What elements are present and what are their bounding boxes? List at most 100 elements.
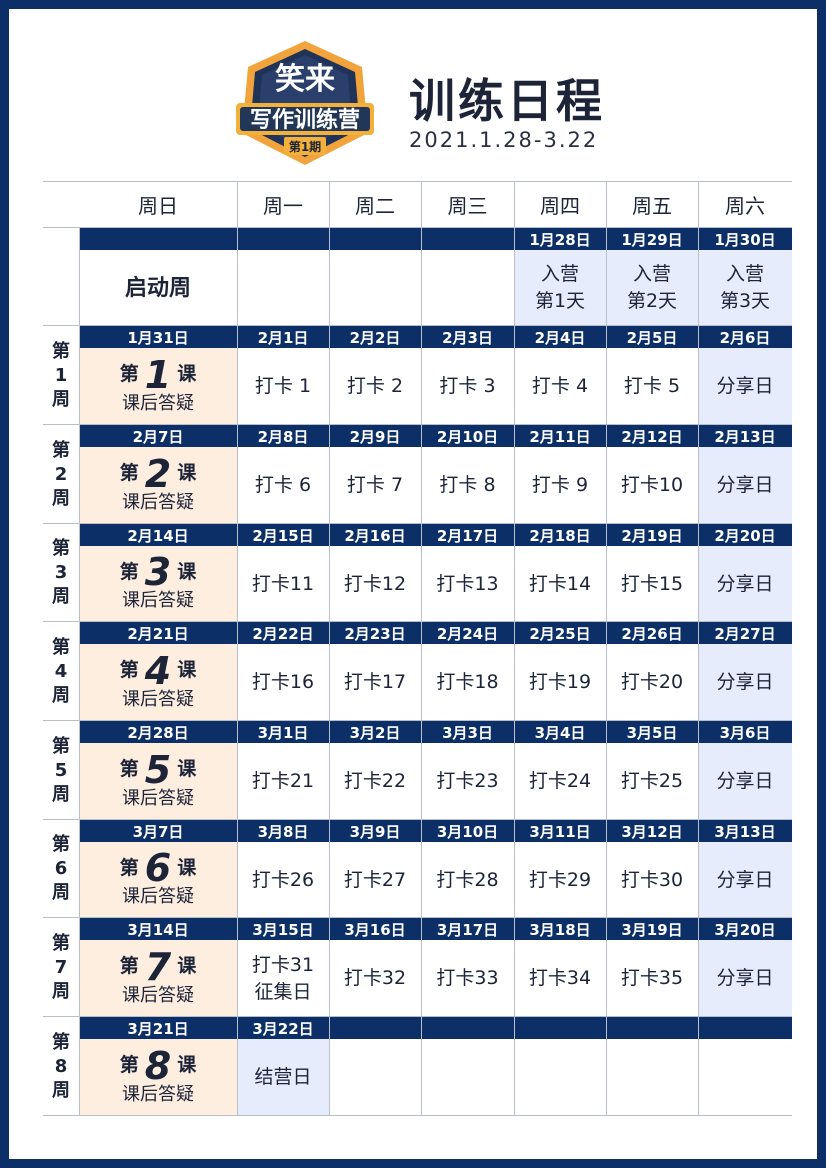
cell-line: 打卡26	[251, 868, 315, 891]
lesson-cell: 第 6 课课后答疑	[79, 842, 237, 918]
day-cell: 入营 第1天	[514, 250, 606, 326]
week-label-char: 7	[54, 956, 68, 978]
logo-badge: 第1期	[289, 139, 321, 154]
cell-line: 打卡18	[436, 671, 499, 693]
date-label: 3月18日	[529, 920, 591, 939]
day-cell: 打卡21	[237, 743, 329, 820]
day-cell: 分享日	[698, 348, 792, 425]
date-label: 2月16日	[344, 526, 406, 545]
date-label: 3月9日	[349, 822, 401, 841]
day-cell: 打卡 5	[606, 348, 698, 425]
camp-logo: 笑来 写作训练营 第1期	[236, 41, 374, 165]
day-cell: 打卡35	[606, 940, 698, 1017]
day-cell: 打卡18	[421, 644, 514, 721]
date-label: 2月24日	[436, 624, 499, 643]
date-label: 2月11日	[529, 427, 591, 446]
week-label-char: 周	[52, 980, 70, 1002]
week-label-char: 6	[54, 858, 68, 879]
date-label: 3月1日	[257, 723, 309, 742]
day-cell: 入营 第2天	[606, 250, 698, 326]
week-label-char: 第	[52, 636, 70, 658]
column-rule	[79, 228, 80, 1116]
day-header: 周四	[540, 194, 580, 218]
header-rule	[43, 227, 792, 228]
date-label: 2月15日	[252, 526, 314, 545]
day-cell: 打卡 3	[421, 348, 514, 425]
day-cell: 打卡34	[514, 940, 606, 1017]
lesson-prefix: 第	[119, 462, 139, 484]
date-label: 2月13日	[714, 427, 776, 446]
day-cell: 打卡 2	[329, 348, 421, 425]
cell-line: 打卡11	[251, 572, 315, 595]
date-label: 2月14日	[127, 526, 189, 545]
lesson-suffix: 课	[177, 758, 197, 780]
cell-line: 打卡35	[620, 967, 684, 989]
cell-line: 分享日	[716, 474, 774, 496]
day-cell: 打卡23	[421, 743, 514, 820]
row-rule	[43, 1115, 792, 1116]
cell-line: 打卡14	[528, 572, 592, 595]
date-label: 3月12日	[621, 822, 683, 841]
day-cell: 入营 第3天	[698, 250, 792, 326]
day-cell: 分享日	[698, 842, 792, 918]
day-cell: 打卡16	[237, 644, 329, 721]
week-label-char: 第	[52, 834, 70, 855]
lesson-prefix: 第	[119, 560, 139, 583]
date-label: 1月29日	[621, 230, 683, 249]
cell-line: 打卡28	[436, 868, 499, 891]
cell-line: 打卡19	[528, 671, 592, 693]
lesson-subtitle: 课后答疑	[122, 1083, 194, 1105]
cell-line: 打卡 2	[346, 375, 404, 397]
cell-line: 打卡13	[436, 572, 499, 595]
day-cell: 打卡14	[514, 546, 606, 622]
lesson-prefix: 第	[119, 659, 139, 681]
lesson-cell: 第 1 课课后答疑	[79, 348, 237, 425]
cell-line: 打卡 9	[531, 474, 589, 496]
day-header: 周六	[725, 194, 765, 218]
cell-line: 分享日	[716, 671, 774, 693]
date-label: 2月22日	[252, 624, 314, 643]
day-cell	[237, 250, 329, 326]
cell-line: 打卡29	[528, 868, 592, 891]
lesson-number: 8	[144, 1043, 172, 1088]
week-label-char: 第	[52, 1031, 70, 1053]
cell-line: 打卡27	[343, 868, 407, 891]
logo-text-top: 笑来	[275, 62, 335, 97]
cell-line: 打卡20	[620, 671, 684, 693]
day-header: 周三	[447, 194, 488, 218]
day-header: 周一	[263, 194, 303, 218]
day-header: 周五	[632, 194, 672, 218]
date-label: 2月3日	[442, 328, 493, 347]
week-label-char: 第	[52, 932, 70, 954]
day-cell: 结营日	[237, 1039, 329, 1116]
week-label: 第2周	[43, 425, 79, 524]
date-label: 2月21日	[127, 624, 189, 643]
day-cell: 打卡19	[514, 644, 606, 721]
day-cell: 打卡25	[606, 743, 698, 820]
lesson-cell: 第 5 课课后答疑	[79, 743, 237, 820]
week-label-char: 1	[54, 364, 68, 386]
cell-line: 打卡 4	[531, 375, 589, 397]
lesson-suffix: 课	[177, 955, 197, 977]
date-label: 2月17日	[436, 526, 499, 545]
date-label: 2月6日	[719, 328, 771, 347]
day-cell: 打卡32	[329, 940, 421, 1017]
day-cell: 打卡 6	[237, 447, 329, 524]
column-rule	[698, 181, 699, 1116]
date-label: 3月15日	[252, 920, 314, 939]
date-label: 2月10日	[436, 427, 499, 446]
cell-line: 分享日	[716, 572, 774, 595]
lesson-suffix: 课	[177, 560, 197, 583]
cell-line: 打卡15	[620, 572, 684, 595]
week-label-char: 周	[52, 882, 70, 903]
day-cell: 打卡11	[237, 546, 329, 622]
schedule-page: 笑来 写作训练营 第1期 训练日程 2021.1.28-3.22 周日 周一 周二周…	[9, 9, 817, 1159]
cell-line: 分享日	[716, 967, 774, 989]
cell-line: 打卡 3	[439, 375, 496, 397]
day-cell: 打卡33	[421, 940, 514, 1017]
day-cell	[514, 1039, 606, 1116]
day-cell	[421, 250, 514, 326]
date-label: 3月11日	[529, 822, 591, 841]
day-cell: 分享日	[698, 644, 792, 721]
day-cell: 打卡 1	[237, 348, 329, 425]
